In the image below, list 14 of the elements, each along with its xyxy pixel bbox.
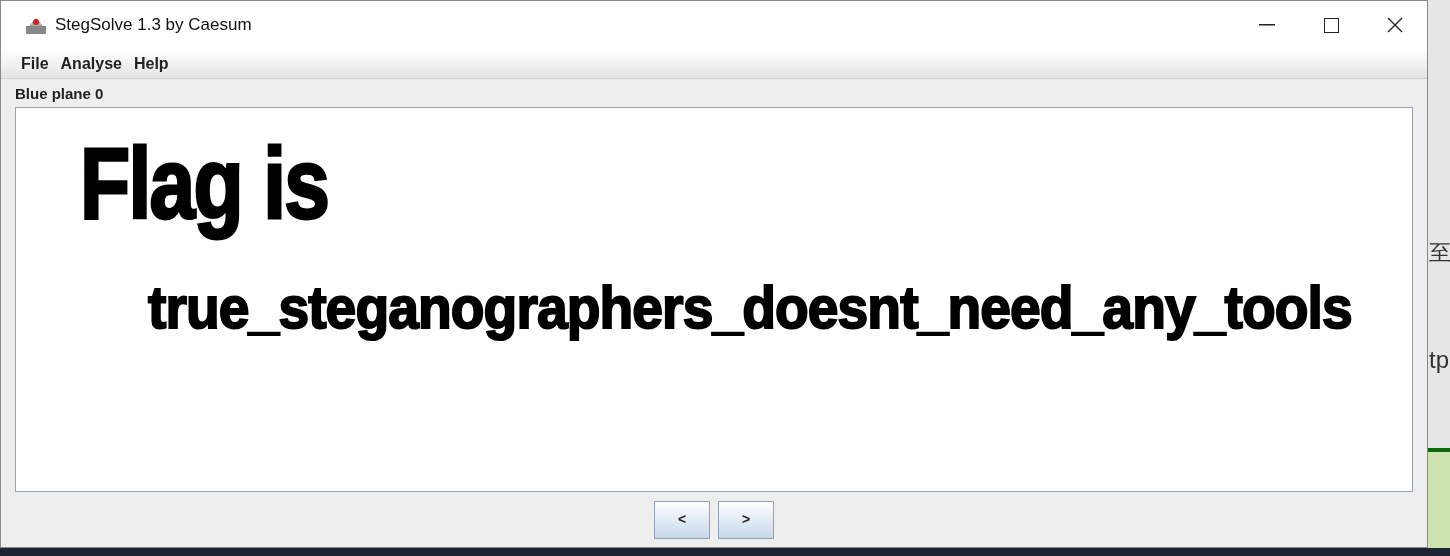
background-text: tp	[1429, 345, 1449, 375]
minimize-icon	[1259, 24, 1275, 26]
image-heading: Flag is	[80, 128, 329, 238]
next-button[interactable]: >	[718, 500, 774, 539]
plane-label: Blue plane 0	[15, 83, 104, 104]
menu-item[interactable]: Analyse	[56, 51, 126, 76]
image-text: true_steganographers_doesnt_need_any_tools	[148, 273, 1352, 343]
maximize-icon	[1323, 17, 1339, 33]
background-text: 至	[1429, 239, 1450, 267]
menu-item[interactable]: File	[17, 51, 53, 76]
menu-item[interactable]: Help	[129, 51, 173, 76]
window-title: StegSolve 1.3 by Caesum	[55, 14, 252, 37]
previous-button[interactable]: <	[654, 500, 710, 539]
close-icon	[1387, 17, 1403, 33]
